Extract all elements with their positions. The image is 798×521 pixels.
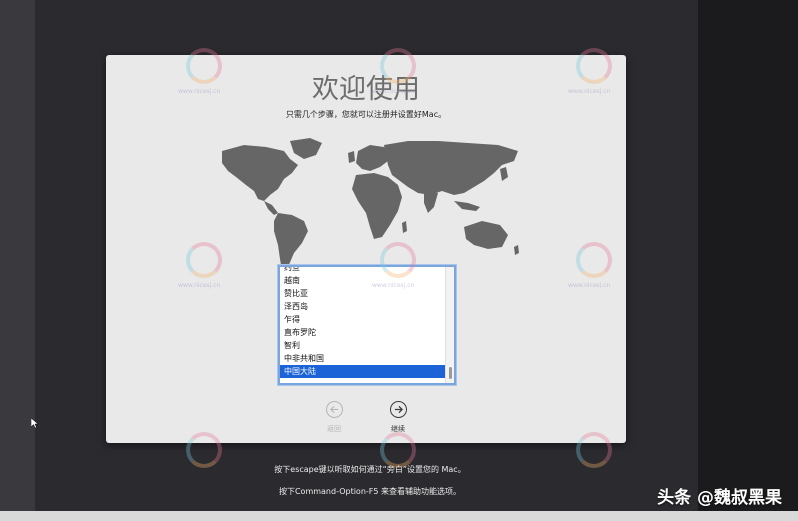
continue-label: 继续 [391, 425, 405, 433]
left-frame [0, 0, 35, 521]
arrow-left-icon [325, 401, 343, 418]
screen: 欢迎使用 只需几个步骤，您就可以注册并设置好Mac。 约旦 越南 赞比亚 泽西岛… [0, 0, 798, 521]
back-button[interactable]: 返回 [314, 401, 354, 434]
list-item[interactable]: 中非共和国 [280, 352, 445, 365]
list-item[interactable]: 赞比亚 [280, 287, 445, 300]
list-item[interactable]: 直布罗陀 [280, 326, 445, 339]
list-item[interactable]: 约旦 [280, 267, 445, 274]
setup-assistant-window: 欢迎使用 只需几个步骤，您就可以注册并设置好Mac。 约旦 越南 赞比亚 泽西岛… [106, 55, 626, 443]
bottom-strip [0, 511, 798, 521]
list-scrollbar[interactable] [445, 267, 454, 383]
world-map-icon [222, 138, 519, 271]
page-subtitle: 只需几个步骤，您就可以注册并设置好Mac。 [285, 110, 447, 119]
list-item[interactable]: 智利 [280, 339, 445, 352]
source-credit: 头条 @魏叔黑果 [657, 488, 782, 508]
continue-button[interactable]: 继续 [378, 401, 418, 434]
right-frame [698, 0, 798, 521]
list-item[interactable]: 乍得 [280, 313, 445, 326]
country-list[interactable]: 约旦 越南 赞比亚 泽西岛 乍得 直布罗陀 智利 中非共和国 中国大陆 [278, 265, 456, 385]
scroll-thumb[interactable] [449, 367, 452, 379]
list-item-selected[interactable]: 中国大陆 [280, 365, 445, 378]
mouse-cursor-icon [31, 418, 39, 428]
accessibility-hint: 按下Command-Option-F5 来查看辅助功能选项。 [278, 487, 462, 496]
back-label: 返回 [327, 425, 341, 433]
list-item[interactable]: 越南 [280, 274, 445, 287]
list-item[interactable]: 泽西岛 [280, 300, 445, 313]
arrow-right-icon [389, 401, 407, 418]
page-title: 欢迎使用 [312, 74, 420, 105]
voiceover-hint: 按下escape键以听取如何通过“旁白”设置您的 Mac。 [274, 465, 466, 474]
